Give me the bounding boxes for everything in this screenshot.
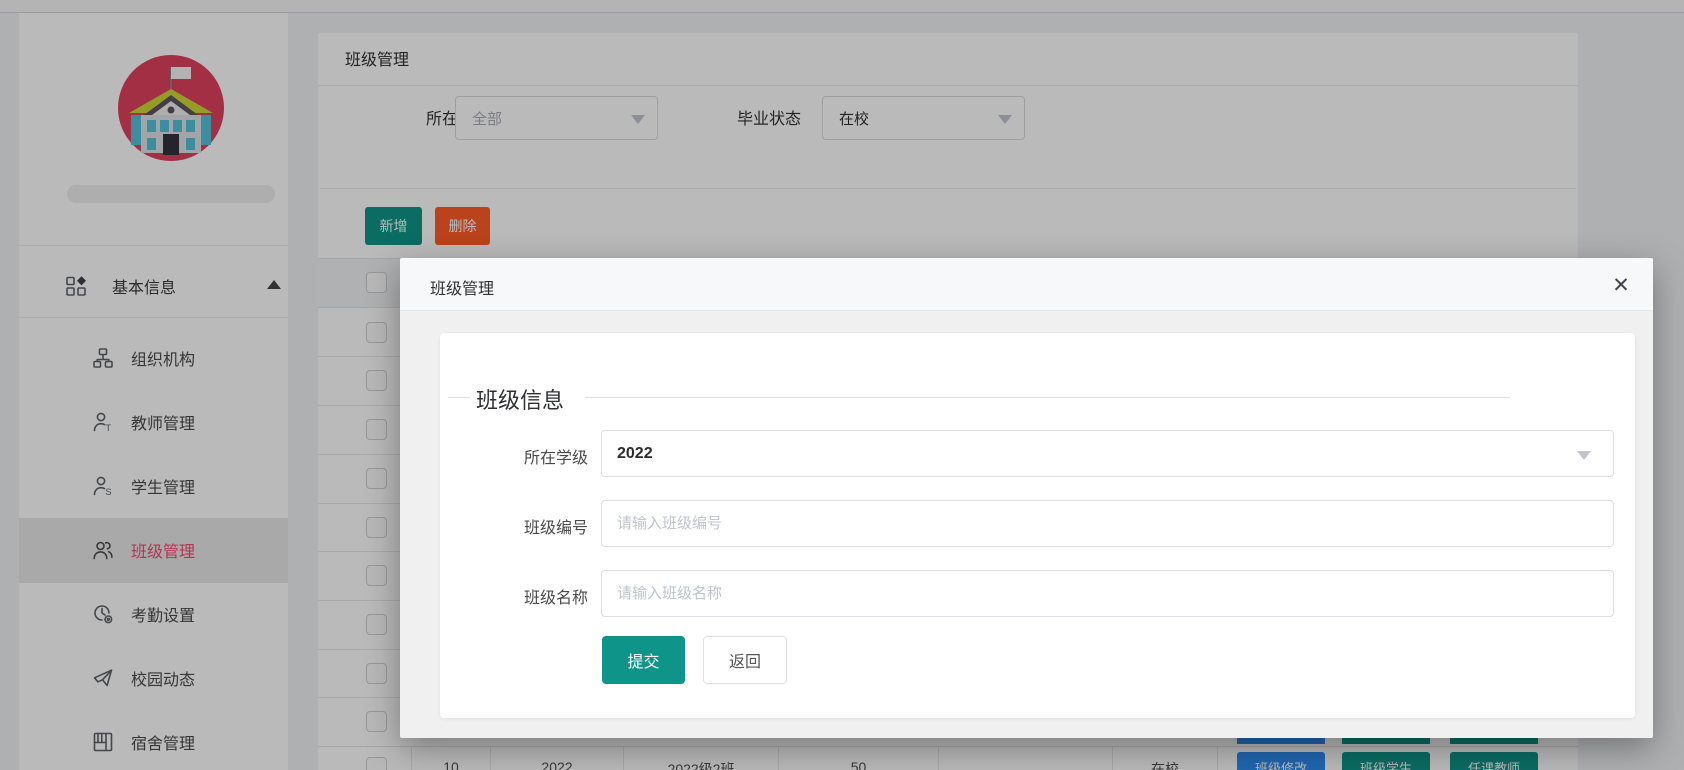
class-name-field [601, 570, 1614, 617]
submit-button[interactable]: 提交 [602, 636, 685, 684]
section-dash [448, 397, 470, 398]
class-name-input[interactable] [602, 585, 1613, 602]
section-line [585, 397, 1510, 398]
modal-header: 班级管理 ✕ [400, 258, 1653, 311]
grade-select-value: 2022 [602, 445, 653, 463]
close-icon[interactable]: ✕ [1607, 271, 1635, 299]
caret-down-icon [1577, 451, 1591, 460]
class-code-field [601, 500, 1614, 547]
class-code-input[interactable] [602, 515, 1613, 532]
class-management-modal: 班级管理 ✕ 班级信息 所在学级 2022 班级编号 班级名称 [400, 258, 1653, 738]
back-button[interactable]: 返回 [703, 636, 787, 684]
grade-select[interactable]: 2022 [601, 430, 1614, 477]
field-label-class-name: 班级名称 [448, 584, 588, 608]
app-root: 基本信息 组织机构 [0, 0, 1684, 770]
modal-title: 班级管理 [430, 275, 494, 299]
section-title: 班级信息 [476, 383, 564, 415]
modal-form-card: 班级信息 所在学级 2022 班级编号 班级名称 提交 返回 [440, 333, 1635, 718]
field-label-grade: 所在学级 [448, 444, 588, 468]
field-label-class-code: 班级编号 [448, 514, 588, 538]
